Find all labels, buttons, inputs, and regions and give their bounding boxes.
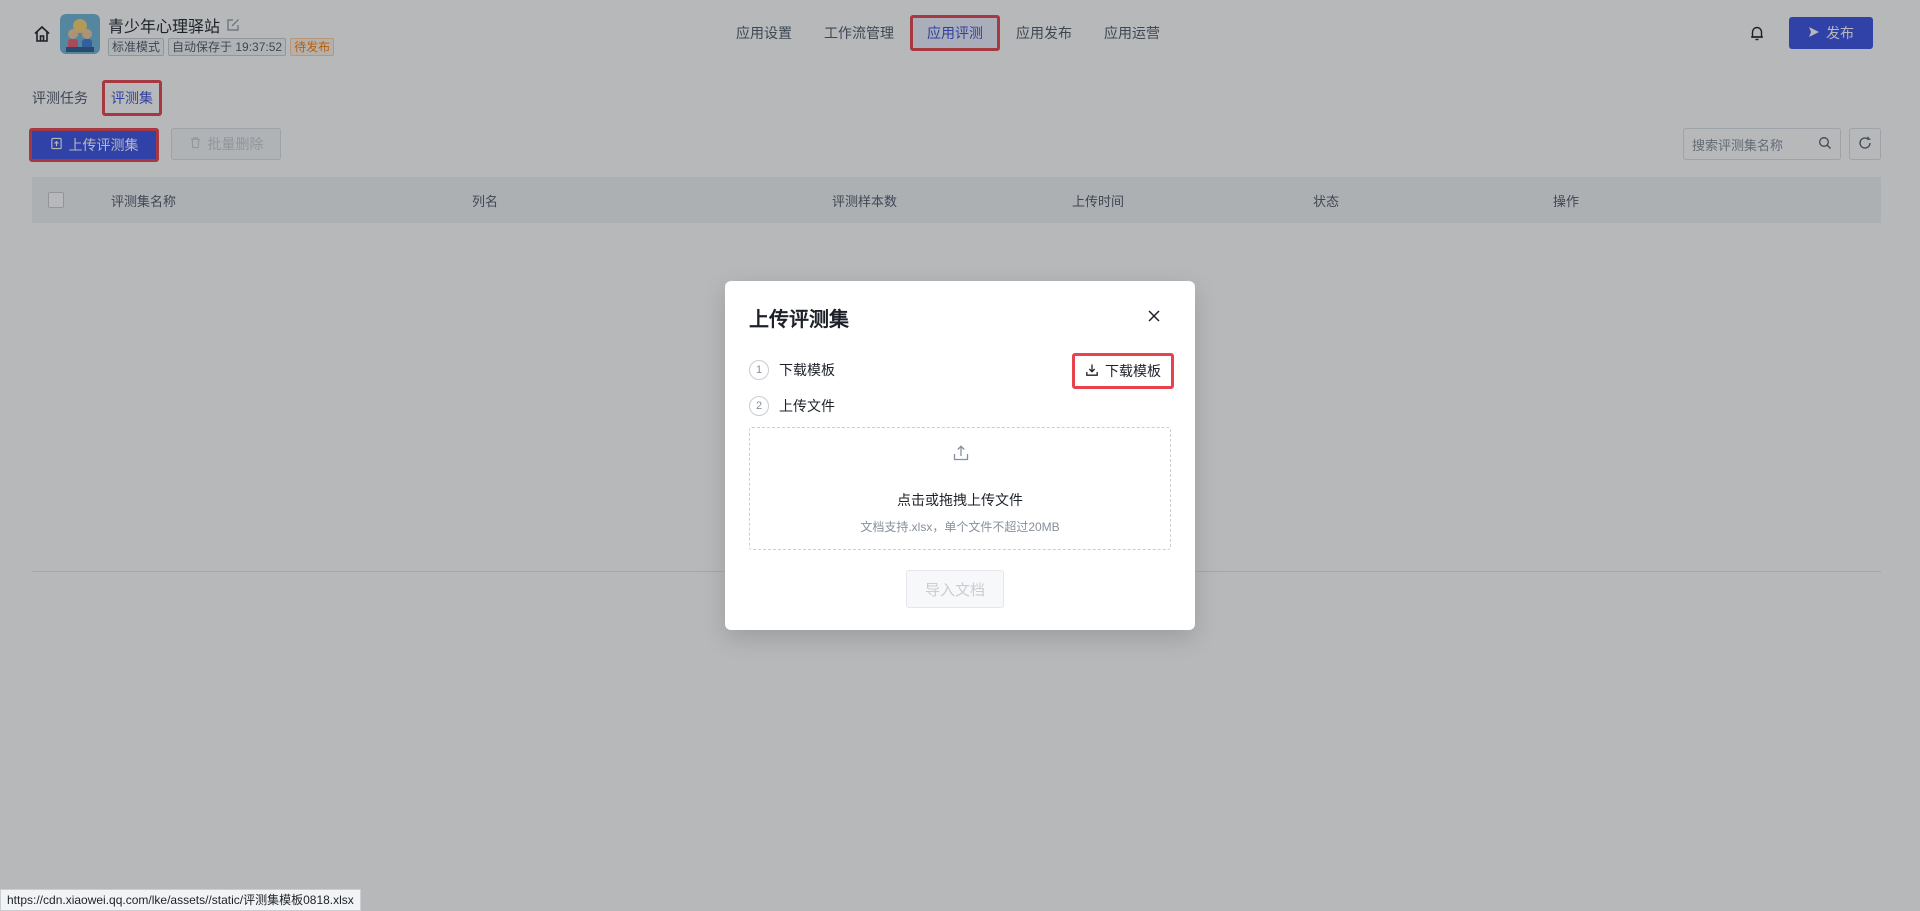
step-number: 1 — [749, 360, 769, 380]
download-template-button[interactable]: 下载模板 — [1072, 353, 1174, 389]
import-document-button[interactable]: 导入文档 — [906, 570, 1004, 608]
step-download-template: 1 下载模板 — [749, 360, 835, 380]
step-number: 2 — [749, 396, 769, 416]
step-label: 下载模板 — [779, 362, 835, 378]
step-label: 上传文件 — [779, 398, 835, 414]
dropzone-hint: 文档支持.xlsx，单个文件不超过20MB — [860, 520, 1060, 534]
download-button-label: 下载模板 — [1105, 363, 1161, 379]
dialog-title: 上传评测集 — [749, 309, 849, 331]
status-bar-url: https://cdn.xiaowei.qq.com/lke/assets//s… — [0, 889, 361, 911]
file-dropzone[interactable]: 点击或拖拽上传文件 文档支持.xlsx，单个文件不超过20MB — [749, 427, 1171, 550]
close-icon[interactable] — [1146, 308, 1162, 324]
step-upload-file: 2 上传文件 — [749, 396, 835, 416]
upload-evaluation-set-dialog: 上传评测集 1 下载模板 下载模板 2 上传文件 点击或拖拽上传文件 文档支持.… — [725, 281, 1195, 630]
download-icon — [1085, 363, 1099, 380]
dropzone-title: 点击或拖拽上传文件 — [897, 492, 1023, 508]
upload-icon — [952, 444, 970, 462]
